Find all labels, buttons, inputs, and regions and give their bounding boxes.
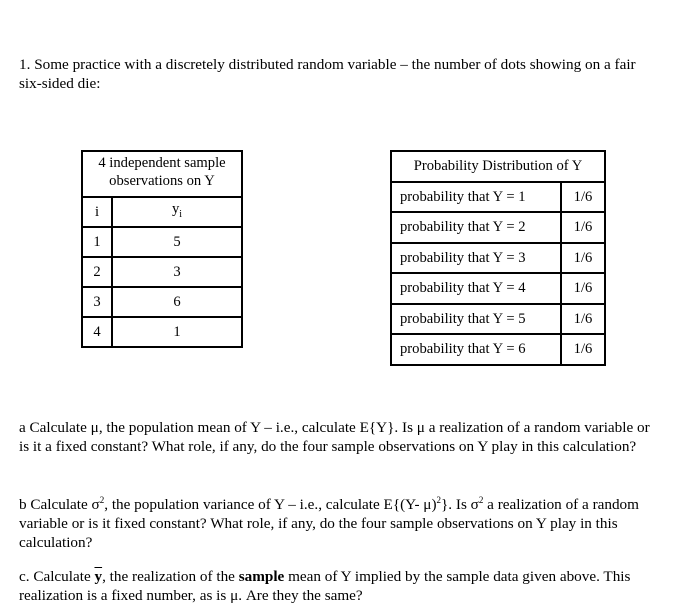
question-b-text: b Calculate σ	[19, 496, 100, 514]
probability-value: 1/6	[560, 272, 606, 305]
cell-y: 5	[111, 226, 243, 258]
problem-intro: 1. Some practice with a discretely distr…	[19, 56, 636, 92]
probability-value: 1/6	[560, 211, 606, 244]
emphasis-sample: sample	[238, 568, 285, 585]
table-row: probability that Y = 4 1/6	[390, 272, 606, 305]
distribution-table-header: Probability Distribution of Y	[390, 150, 606, 183]
table-row: probability that Y = 1 1/6	[390, 180, 606, 213]
table-row: probability that Y = 2 1/6	[390, 211, 606, 244]
table-row: 1 5	[81, 226, 243, 258]
question-c: c. Calculate y, the realization of the s…	[19, 567, 659, 605]
column-header-y: yi	[111, 196, 243, 228]
table-row: 3 6	[81, 286, 243, 318]
table-row: 2 3	[81, 256, 243, 288]
probability-value: 1/6	[560, 302, 606, 335]
question-b-text: , the population variance of Y – i.e., c…	[104, 496, 437, 514]
column-header-i: i	[81, 196, 113, 228]
cell-y: 6	[111, 286, 243, 318]
probability-label: probability that Y = 5	[390, 302, 562, 335]
probability-label: probability that Y = 1	[390, 180, 562, 213]
cell-i: 2	[81, 256, 113, 288]
cell-i: 1	[81, 226, 113, 258]
question-c-text: c. Calculate	[19, 568, 95, 585]
question-a: a Calculate μ, the population mean of Y …	[19, 419, 650, 455]
y-bar-symbol: y	[94, 568, 103, 585]
table-row: probability that Y = 5 1/6	[390, 302, 606, 335]
cell-y: 3	[111, 256, 243, 288]
probability-value: 1/6	[560, 180, 606, 213]
cell-i: 3	[81, 286, 113, 318]
question-b-text: }. Is σ	[441, 496, 479, 514]
probability-value: 1/6	[560, 241, 606, 274]
sample-observations-table: 4 independent sample observations on Y i…	[81, 150, 243, 348]
table-row: probability that Y = 6 1/6	[390, 333, 606, 366]
probability-distribution-table: Probability Distribution of Y probabilit…	[390, 150, 606, 366]
probability-label: probability that Y = 3	[390, 241, 562, 274]
table-row: 4 1	[81, 316, 243, 348]
probability-label: probability that Y = 2	[390, 211, 562, 244]
sample-table-header: 4 independent sample observations on Y	[81, 150, 243, 198]
probability-label: probability that Y = 6	[390, 333, 562, 366]
cell-y: 1	[111, 316, 243, 348]
table-row: probability that Y = 3 1/6	[390, 241, 606, 274]
y-subscript: i	[179, 208, 183, 220]
question-b: b Calculate σ2, the population variance …	[19, 491, 659, 552]
question-c-text: , the realization of the	[102, 568, 239, 585]
probability-label: probability that Y = 4	[390, 272, 562, 305]
cell-i: 4	[81, 316, 113, 348]
probability-value: 1/6	[560, 333, 606, 366]
